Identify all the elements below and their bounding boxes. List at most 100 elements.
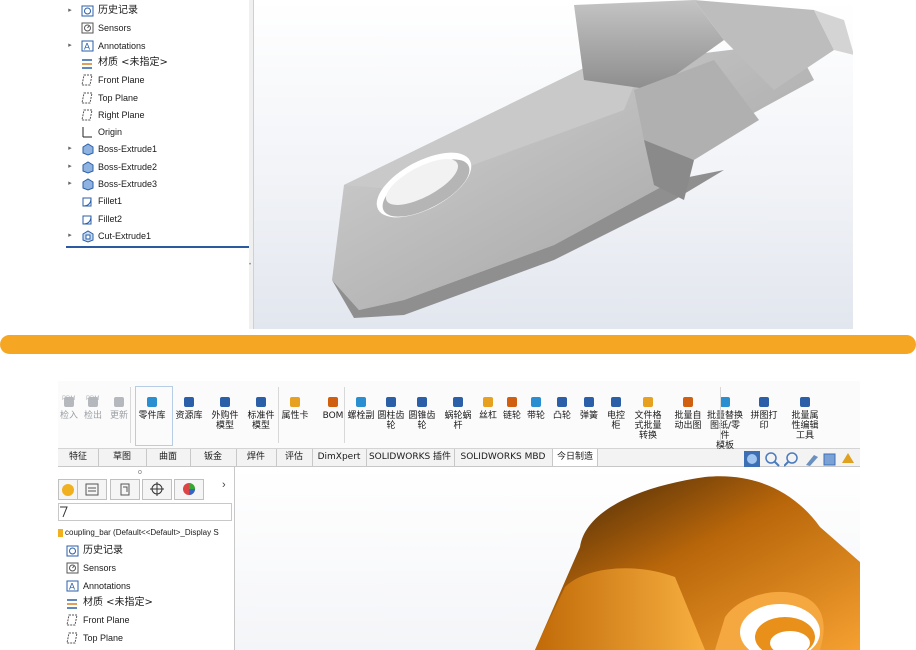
- svg-text:A: A: [84, 41, 90, 51]
- resource-library-icon: [182, 395, 196, 409]
- ribbon-button-label: 批量替换 图纸/零件 模板: [706, 411, 743, 451]
- view-orientation-icon[interactable]: [744, 451, 760, 467]
- ribbon-button[interactable]: 拼图打 印: [742, 395, 786, 431]
- expand-arrow-icon[interactable]: ▸: [66, 176, 74, 192]
- tree-filter-input[interactable]: [58, 503, 232, 521]
- ribbon-button-label: 检入: [59, 411, 78, 421]
- dimxpert-manager-tab[interactable]: [142, 479, 172, 500]
- ribbon-button[interactable]: 圆锥齿 轮: [406, 395, 438, 431]
- tree-item[interactable]: Fillet1: [66, 193, 246, 209]
- expand-arrow-icon[interactable]: ▸: [66, 159, 74, 175]
- tree-item[interactable]: 材质 <未指定>: [66, 55, 246, 71]
- tree-item[interactable]: Front Plane: [66, 72, 246, 88]
- ribbon-button-label: 带轮: [526, 411, 545, 421]
- expand-arrow-icon[interactable]: ▸: [66, 3, 74, 19]
- ribbon-button-label: 圆锥齿 轮: [408, 411, 436, 431]
- ribbon-button[interactable]: 电控柜: [604, 395, 628, 431]
- tree-item[interactable]: Top Plane: [66, 90, 246, 106]
- standard-part-icon: [254, 395, 268, 409]
- zoom-to-fit-icon[interactable]: [764, 451, 780, 467]
- command-tab[interactable]: SOLIDWORKS 插件: [366, 449, 455, 466]
- ribbon-button[interactable]: 蜗轮蜗 杆: [442, 395, 474, 431]
- tree-item[interactable]: 历史记录: [58, 543, 234, 559]
- tree-item[interactable]: ▸ Boss-Extrude2: [66, 159, 246, 175]
- tabs-more-chevron-icon[interactable]: ›: [222, 479, 226, 491]
- hide-show-items-icon[interactable]: [840, 451, 856, 467]
- ribbon-button[interactable]: 外购件 模型: [208, 395, 242, 431]
- command-tab[interactable]: 曲面: [146, 449, 191, 466]
- tree-item-label: Top Plane: [83, 632, 124, 643]
- origin-icon: [81, 126, 94, 138]
- ribbon-button[interactable]: 文件格 式批量 转换: [632, 395, 664, 441]
- print-icon: [757, 395, 771, 409]
- ribbon-button[interactable]: 带轮: [524, 395, 548, 421]
- command-tab[interactable]: 今日制造: [552, 449, 598, 466]
- svg-text:A: A: [69, 581, 75, 591]
- ribbon-button[interactable]: 标准件 模型: [244, 395, 278, 431]
- tree-item[interactable]: ▸ Cut-Extrude1: [66, 228, 246, 244]
- tree-item[interactable]: Top Plane: [58, 630, 234, 646]
- command-manager-tabs: 特征 草图 曲面 钣金 焊件 评估 DimXpert SOLIDWORKS 插件 SOLIDWO…: [58, 449, 860, 467]
- ribbon-button[interactable]: 丝杠: [474, 395, 502, 421]
- tree-item[interactable]: ▸ Boss-Extrude1: [66, 141, 246, 157]
- tree-item-label: Annotations: [98, 40, 146, 51]
- command-tab[interactable]: SOLIDWORKS MBD: [454, 449, 553, 466]
- tree-item[interactable]: ▸ 历史记录: [66, 3, 246, 19]
- ribbon-button-label: 资源库: [175, 411, 203, 421]
- section-divider: [0, 335, 916, 354]
- command-tab[interactable]: DimXpert: [312, 449, 367, 466]
- tree-root-item[interactable]: coupling_bar (Default<<Default>_Display …: [58, 525, 234, 541]
- ribbon-button[interactable]: 属性卡: [280, 395, 310, 421]
- ribbon-button[interactable]: 弹簧: [578, 395, 600, 421]
- ribbon-button[interactable]: 更新: [108, 395, 130, 421]
- tree-item[interactable]: Right Plane: [66, 107, 246, 123]
- tree-item[interactable]: Sensors: [58, 560, 234, 576]
- display-manager-tab[interactable]: [174, 479, 204, 500]
- tree-item[interactable]: ▸ Boss-Extrude3: [66, 176, 246, 192]
- section-view-icon[interactable]: [804, 451, 820, 467]
- plane-icon: [66, 632, 79, 644]
- ribbon-button[interactable]: 资源库: [172, 395, 206, 421]
- ribbon-button[interactable]: 批量属 性编辑 工具: [788, 395, 822, 441]
- zoom-area-icon[interactable]: [783, 451, 800, 467]
- spring-icon: [582, 395, 596, 409]
- tree-item[interactable]: ▸ A Annotations: [66, 38, 246, 54]
- pdm-badge: PDM: [62, 396, 76, 402]
- tree-item[interactable]: Origin: [66, 124, 246, 140]
- command-tab[interactable]: 特征: [58, 449, 99, 466]
- expand-arrow-icon[interactable]: ▸: [66, 141, 74, 157]
- ribbon-button[interactable]: 链轮: [500, 395, 524, 421]
- ribbon-button[interactable]: 圆柱齿 轮: [376, 395, 406, 431]
- ribbon-button[interactable]: 批量自 动出图: [670, 395, 706, 431]
- manager-tabs: ›: [58, 479, 234, 500]
- property-manager-tab[interactable]: [77, 479, 107, 500]
- graphics-viewport[interactable]: [254, 0, 853, 329]
- ribbon-button[interactable]: 螺栓副: [346, 395, 376, 421]
- lead-screw-icon: [481, 395, 495, 409]
- tree-item[interactable]: Sensors: [66, 20, 246, 36]
- splitter-handle[interactable]: •: [249, 262, 253, 270]
- expand-arrow-icon[interactable]: ▸: [66, 38, 74, 54]
- command-tab[interactable]: 钣金: [190, 449, 237, 466]
- tree-rollback-bar[interactable]: [66, 246, 249, 248]
- spur-gear-icon: [384, 395, 398, 409]
- ribbon-button[interactable]: 凸轮: [550, 395, 574, 421]
- tree-item[interactable]: Fillet2: [66, 211, 246, 227]
- display-style-icon[interactable]: [822, 451, 838, 467]
- tree-item[interactable]: Front Plane: [58, 612, 234, 628]
- graphics-viewport-bottom[interactable]: [235, 467, 860, 650]
- sprocket-icon: [505, 395, 519, 409]
- configuration-manager-tab[interactable]: [110, 479, 140, 500]
- tree-item[interactable]: A Annotations: [58, 578, 234, 594]
- tree-item-label: Boss-Extrude1: [98, 144, 158, 155]
- tree-collapse-dot[interactable]: o: [138, 469, 142, 476]
- expand-arrow-icon[interactable]: ▸: [66, 228, 74, 244]
- command-tab[interactable]: 评估: [276, 449, 313, 466]
- command-tab[interactable]: 焊件: [236, 449, 277, 466]
- feature-manager-tree: ▸ 历史记录 Sensors ▸ A Annotations 材质 <未指定> Front P…: [66, 0, 250, 329]
- ribbon-button[interactable]: 批量替换 图纸/零件 模板: [706, 395, 744, 451]
- ribbon-button[interactable]: BOM: [320, 395, 346, 421]
- tree-item[interactable]: 材质 <未指定>: [58, 595, 234, 611]
- top-screenshot-panel: ▸ 历史记录 Sensors ▸ A Annotations 材质 <未指定> Front P…: [66, 0, 853, 329]
- command-tab[interactable]: 草图: [98, 449, 147, 466]
